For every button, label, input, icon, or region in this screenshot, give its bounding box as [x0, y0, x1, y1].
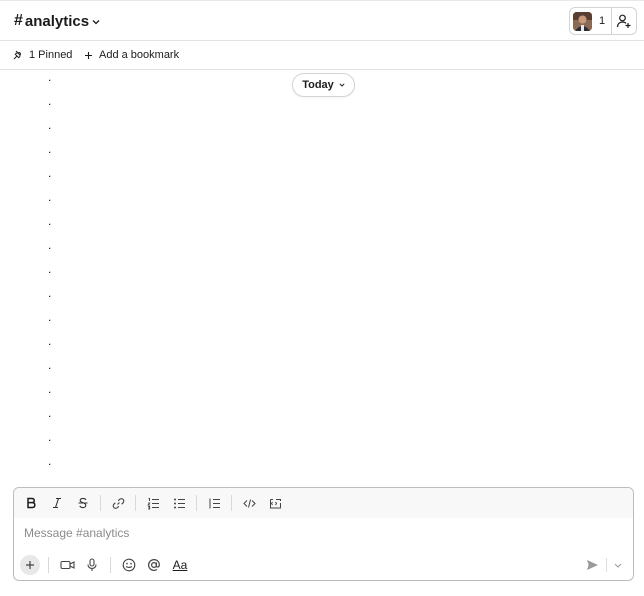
add-bookmark-button[interactable]: Add a bookmark — [84, 47, 179, 63]
toolbar-divider — [231, 495, 232, 511]
code-icon — [242, 498, 256, 508]
blockquote-icon — [209, 498, 220, 508]
avatar — [573, 11, 592, 31]
message-bullet: . — [48, 334, 52, 348]
smiley-icon — [122, 558, 136, 572]
audio-clip-button[interactable] — [81, 555, 103, 575]
channel-name: analytics — [24, 12, 90, 30]
send-button[interactable] — [582, 555, 602, 575]
send-group — [582, 555, 625, 575]
message-bullet: . — [48, 238, 52, 252]
composer-actions: Aa — [14, 552, 633, 578]
code-button[interactable] — [240, 494, 258, 512]
attach-button[interactable] — [20, 555, 40, 575]
toolbar-divider — [196, 495, 197, 511]
date-label: Today — [302, 79, 334, 91]
message-bullet: . — [48, 406, 52, 420]
code-block-icon — [269, 498, 281, 508]
microphone-icon — [87, 558, 97, 571]
message-bullet: . — [48, 286, 52, 300]
member-count: 1 — [599, 15, 606, 27]
video-camera-icon — [59, 560, 75, 570]
channel-name-button[interactable]: # analytics — [14, 10, 100, 32]
formatting-toolbar — [14, 488, 633, 518]
at-sign-icon — [147, 558, 160, 572]
message-bullet: . — [48, 94, 52, 108]
plus-icon — [26, 561, 34, 569]
strikethrough-button[interactable] — [74, 494, 92, 512]
chevron-down-icon — [92, 20, 100, 25]
toolbar-divider — [100, 495, 101, 511]
message-bullet: . — [48, 454, 52, 468]
plus-icon — [85, 51, 92, 59]
pinned-label: 1 Pinned — [29, 49, 73, 61]
message-composer: Aa — [13, 487, 634, 581]
add-member-button[interactable] — [612, 8, 636, 34]
chevron-down-icon — [339, 83, 345, 87]
toolbar-divider — [135, 495, 136, 511]
pinned-button[interactable]: 1 Pinned — [13, 47, 72, 63]
bulleted-list-icon — [173, 498, 185, 508]
message-bullet: . — [48, 430, 52, 444]
add-bookmark-label: Add a bookmark — [99, 49, 180, 61]
blockquote-button[interactable] — [205, 494, 223, 512]
date-divider-button[interactable]: Today — [292, 73, 355, 97]
message-bullet: . — [48, 142, 52, 156]
message-bullet: . — [48, 118, 52, 132]
chevron-down-icon — [614, 563, 622, 568]
toolbar-divider — [48, 557, 49, 573]
formatting-toggle-button[interactable]: Aa — [168, 555, 192, 575]
strikethrough-icon — [78, 497, 88, 509]
members-group: 1 — [569, 7, 637, 35]
pin-icon — [13, 50, 22, 60]
code-block-button[interactable] — [266, 494, 284, 512]
bookmark-bar: 1 Pinned Add a bookmark — [0, 41, 644, 70]
message-bullet: . — [48, 214, 52, 228]
bold-icon — [27, 497, 36, 509]
italic-button[interactable] — [48, 494, 66, 512]
send-icon — [586, 560, 598, 570]
message-bullet: . — [48, 358, 52, 372]
channel-hash: # — [14, 12, 23, 29]
toolbar-divider — [110, 557, 111, 573]
message-bullet: . — [48, 70, 52, 84]
mention-button[interactable] — [143, 555, 165, 575]
italic-icon — [53, 497, 61, 509]
channel-header: # analytics 1 — [0, 1, 644, 41]
message-list[interactable]: Today . . . . . . . . . . . . . . . . . — [0, 71, 644, 483]
link-icon — [112, 497, 124, 509]
add-person-icon — [616, 14, 631, 28]
message-bullet: . — [48, 310, 52, 324]
bold-button[interactable] — [22, 494, 40, 512]
send-divider — [606, 558, 607, 572]
message-bullet: . — [48, 382, 52, 396]
send-options-button[interactable] — [611, 555, 625, 575]
message-input[interactable] — [24, 525, 614, 541]
emoji-button[interactable] — [118, 555, 140, 575]
message-bullet: . — [48, 262, 52, 276]
ordered-list-button[interactable] — [144, 494, 162, 512]
formatting-toggle-label: Aa — [172, 558, 188, 572]
ordered-list-icon — [146, 497, 159, 509]
message-bullet: . — [48, 166, 52, 180]
link-button[interactable] — [109, 494, 127, 512]
message-bullet: . — [48, 190, 52, 204]
members-button[interactable]: 1 — [570, 8, 612, 34]
bulleted-list-button[interactable] — [170, 494, 188, 512]
video-clip-button[interactable] — [56, 555, 78, 575]
